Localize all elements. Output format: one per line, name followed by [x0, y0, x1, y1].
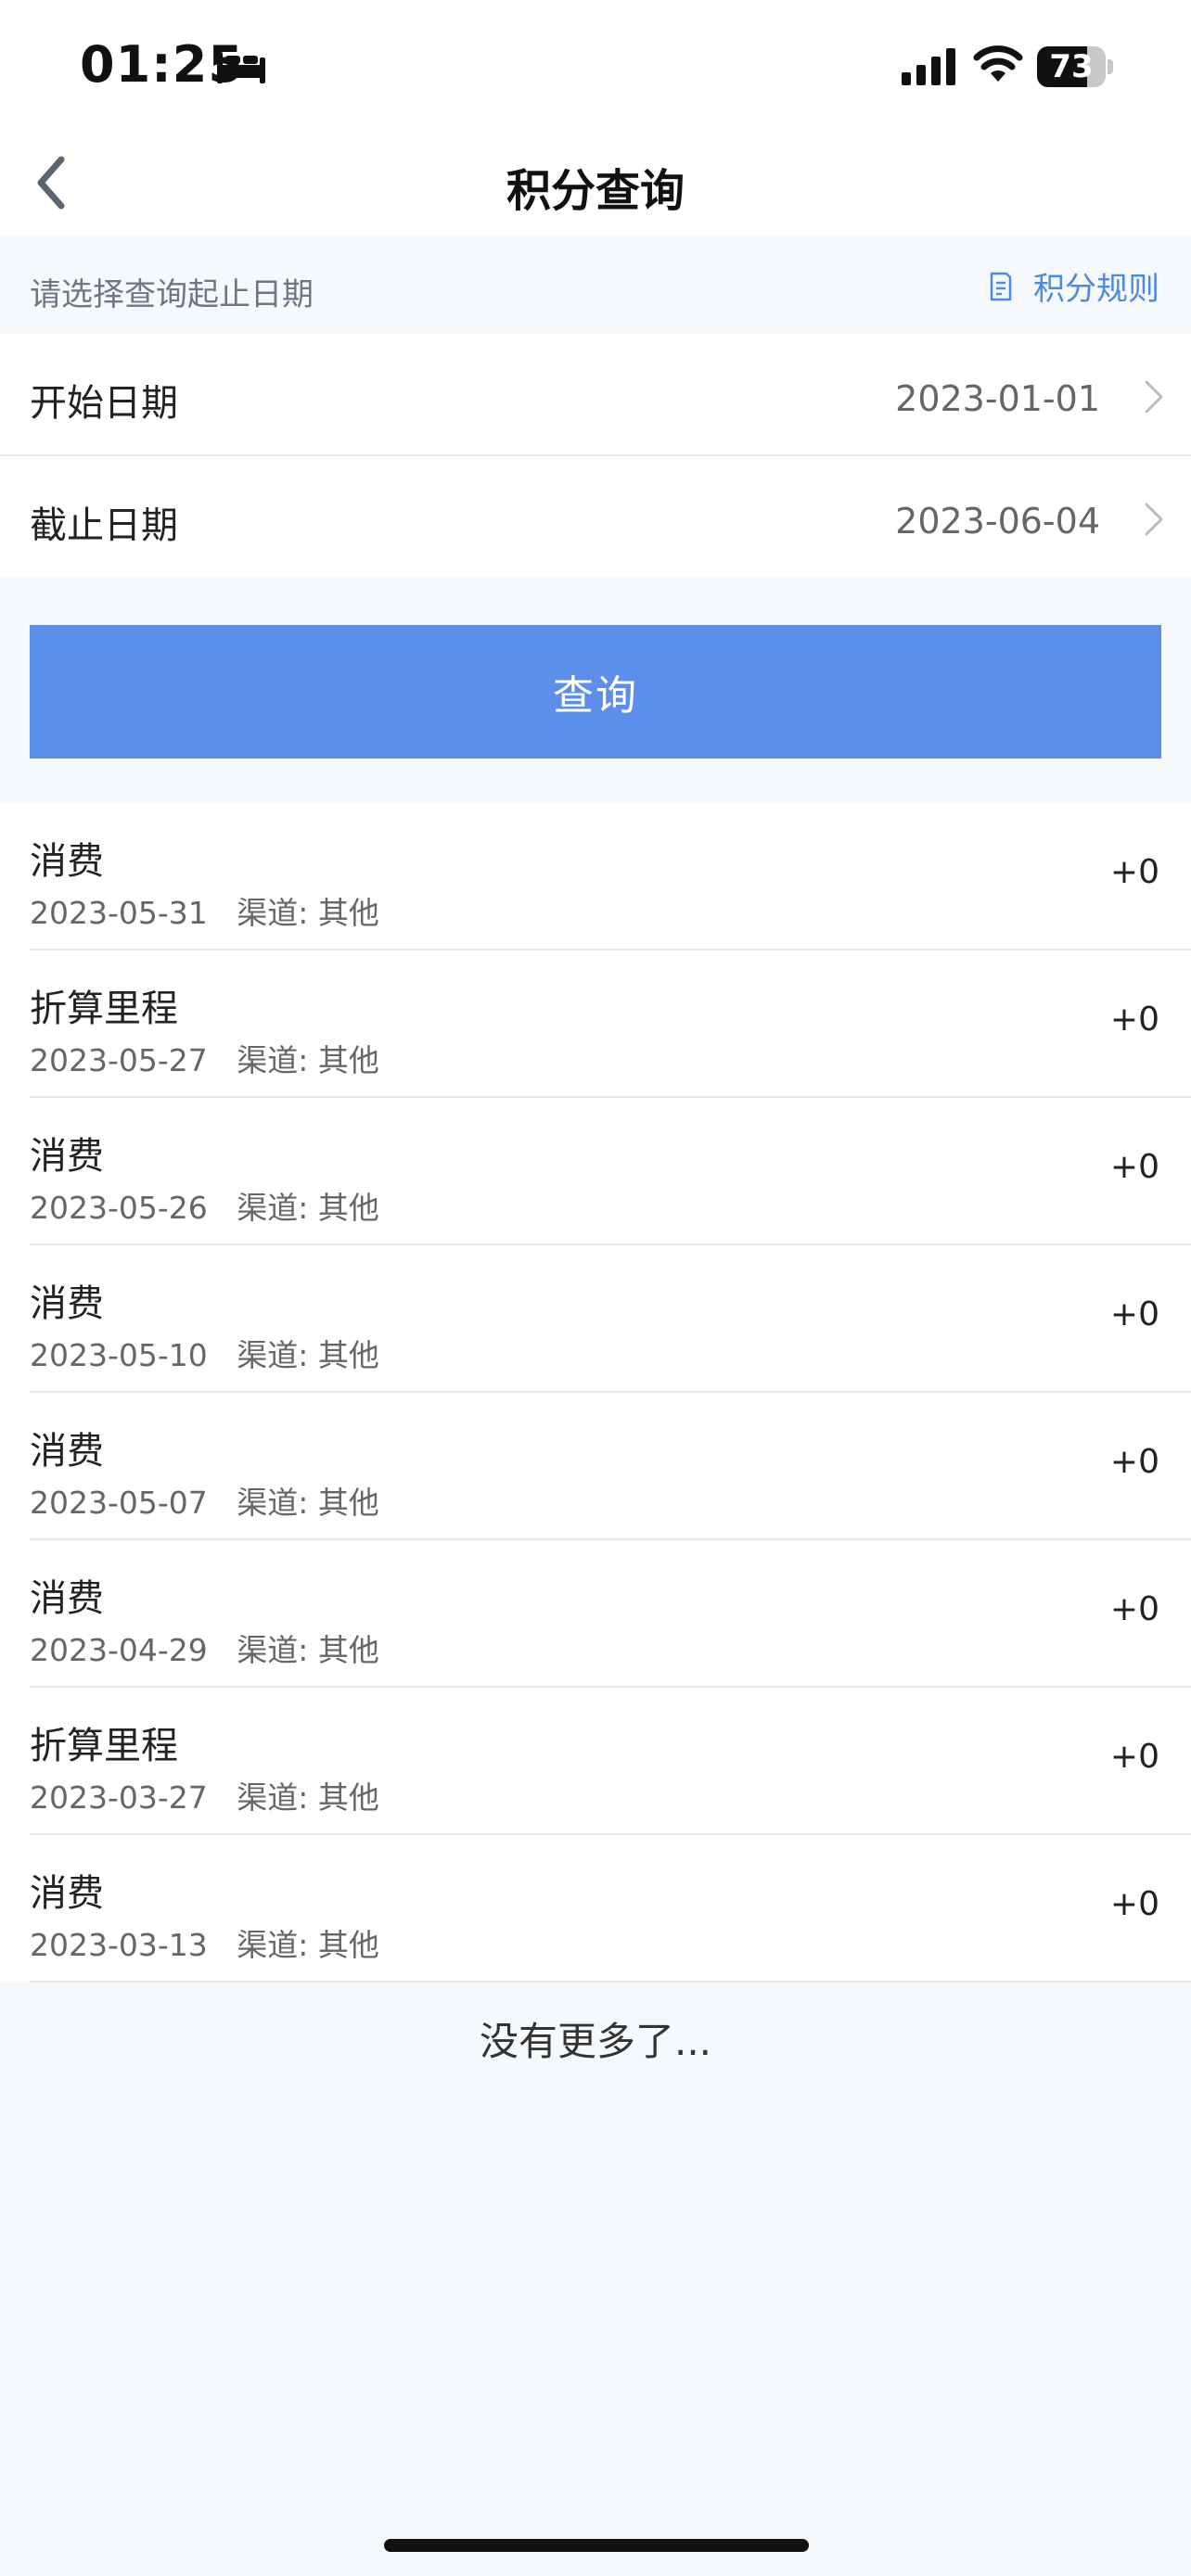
hint-row: 请选择查询起止日期 积分规则 [0, 236, 1191, 334]
record-points: +0 [1109, 1148, 1159, 1186]
record-points: +0 [1109, 1001, 1159, 1039]
record-title: 消费 [30, 840, 104, 883]
record-points: +0 [1109, 853, 1159, 891]
chevron-right-icon [1145, 380, 1163, 414]
nav-bar: 积分查询 [0, 130, 1191, 236]
record-title: 折算里程 [30, 988, 178, 1030]
start-date-label: 开始日期 [30, 382, 178, 425]
list-item[interactable]: 消费 2023-03-13 渠道: 其他 +0 [30, 1835, 1191, 1983]
screen: 01:25 73 积分查询 请选择查询起止日期 积分规则 开始日期 2023-0… [0, 0, 1191, 2576]
record-title: 消费 [30, 1430, 104, 1473]
document-icon [990, 272, 1012, 300]
query-button[interactable]: 查询 [30, 625, 1161, 759]
list-item[interactable]: 折算里程 2023-03-27 渠道: 其他 +0 [30, 1688, 1191, 1835]
record-meta: 2023-04-29 渠道: 其他 [30, 1632, 379, 1668]
record-meta: 2023-05-07 渠道: 其他 [30, 1485, 379, 1521]
points-rules-label: 积分规则 [1033, 271, 1159, 308]
record-points: +0 [1109, 1885, 1159, 1923]
chevron-right-icon [1145, 503, 1163, 536]
record-meta: 2023-03-27 渠道: 其他 [30, 1779, 379, 1816]
record-meta: 2023-05-26 渠道: 其他 [30, 1190, 379, 1226]
record-title: 消费 [30, 1872, 104, 1915]
record-points: +0 [1109, 1295, 1159, 1333]
record-title: 消费 [30, 1282, 104, 1325]
list-item[interactable]: 折算里程 2023-05-27 渠道: 其他 +0 [30, 950, 1191, 1098]
end-date-value: 2023-06-04 [895, 501, 1100, 542]
status-bar: 01:25 73 [0, 0, 1191, 130]
end-date-label: 截止日期 [30, 504, 178, 547]
battery-level: 73 [1049, 48, 1094, 85]
bed-icon [217, 52, 265, 83]
list-item[interactable]: 消费 2023-05-26 渠道: 其他 +0 [30, 1098, 1191, 1245]
start-date-row[interactable]: 开始日期 2023-01-01 [0, 334, 1191, 454]
wifi-icon [973, 45, 1023, 82]
record-points: +0 [1109, 1738, 1159, 1776]
signal-icon [902, 48, 955, 85]
battery-icon: 73 [1037, 46, 1113, 87]
record-meta: 2023-05-31 渠道: 其他 [30, 895, 379, 931]
record-meta: 2023-05-10 渠道: 其他 [30, 1337, 379, 1373]
record-title: 消费 [30, 1135, 104, 1178]
page-title: 积分查询 [506, 165, 685, 217]
date-hint-text: 请选择查询起止日期 [30, 276, 314, 313]
list-item[interactable]: 消费 2023-05-07 渠道: 其他 +0 [30, 1393, 1191, 1540]
list-item[interactable]: 消费 2023-05-10 渠道: 其他 +0 [30, 1245, 1191, 1393]
record-points: +0 [1109, 1443, 1159, 1481]
list-item[interactable]: 消费 2023-04-29 渠道: 其他 +0 [30, 1540, 1191, 1688]
no-more-text: 没有更多了... [479, 2019, 712, 2064]
record-title: 消费 [30, 1577, 104, 1620]
list-item[interactable]: 消费 2023-05-31 渠道: 其他 +0 [30, 803, 1191, 950]
end-date-row[interactable]: 截止日期 2023-06-04 [0, 456, 1191, 577]
record-meta: 2023-05-27 渠道: 其他 [30, 1042, 379, 1078]
home-indicator[interactable] [384, 2539, 809, 2552]
record-points: +0 [1109, 1590, 1159, 1628]
record-meta: 2023-03-13 渠道: 其他 [30, 1927, 379, 1963]
record-title: 折算里程 [30, 1725, 178, 1767]
points-rules-link[interactable]: 积分规则 [989, 263, 1159, 309]
start-date-value: 2023-01-01 [895, 378, 1100, 419]
records-list: 消费 2023-05-31 渠道: 其他 +0 折算里程 2023-05-27 渠道: … [0, 803, 1191, 1983]
